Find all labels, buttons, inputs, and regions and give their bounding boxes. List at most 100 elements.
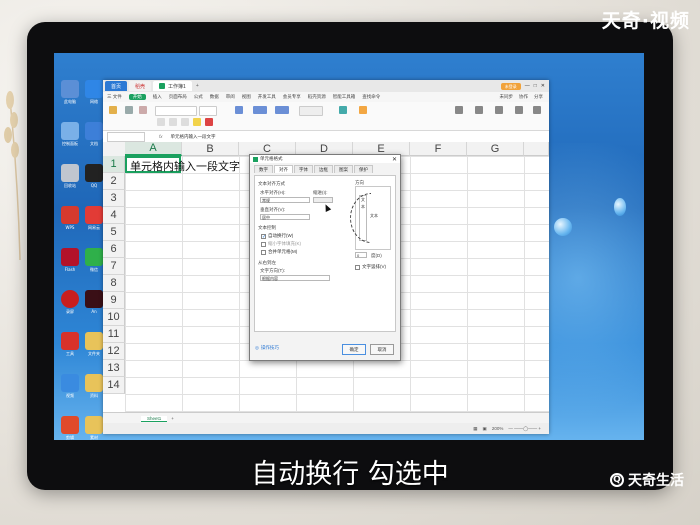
row-header[interactable]: 2	[103, 173, 125, 190]
row-header[interactable]: 3	[103, 190, 125, 207]
collaborate-button[interactable]: 协作	[519, 94, 528, 100]
row-header[interactable]: 14	[103, 377, 125, 394]
tab-number[interactable]: 数字	[254, 165, 273, 173]
desktop-icon[interactable]: WPS	[58, 206, 82, 230]
indent-stepper[interactable]	[313, 197, 333, 203]
desktop-icon[interactable]: 控制面板	[58, 122, 82, 146]
column-header[interactable]: F	[410, 142, 467, 156]
font-name-dropdown[interactable]	[155, 106, 197, 116]
view-page-icon[interactable]: ▣	[483, 426, 487, 432]
desktop-icon[interactable]: 录屏	[58, 290, 82, 314]
cut-icon[interactable]	[125, 106, 133, 114]
column-header[interactable]: A	[125, 142, 182, 156]
cancel-button[interactable]: 取消	[370, 344, 394, 355]
row-header[interactable]: 8	[103, 275, 125, 292]
select-all-corner[interactable]	[103, 142, 126, 157]
column-header[interactable]: B	[182, 142, 239, 156]
menu-home[interactable]: 开始	[128, 94, 146, 100]
row-header[interactable]: 5	[103, 224, 125, 241]
sheet-tab[interactable]: Sheet1	[141, 415, 168, 422]
menu-docer-resources[interactable]: 稻壳资源	[308, 94, 326, 100]
zoom-level[interactable]: 200%	[492, 426, 504, 431]
row-header[interactable]: 7	[103, 258, 125, 275]
merge-center-icon[interactable]	[253, 106, 267, 114]
conditional-format-icon[interactable]	[339, 106, 347, 114]
desktop-icon[interactable]: 工具	[58, 332, 82, 356]
desktop-icon[interactable]: 剪辑	[58, 416, 82, 440]
tab-alignment[interactable]: 对齐	[274, 165, 293, 173]
share-button[interactable]: 分享	[534, 94, 543, 100]
column-header[interactable]: G	[467, 142, 524, 156]
shrink-to-fit-checkbox[interactable]: 缩小字体填充(K)	[261, 241, 301, 247]
merge-cells-checkbox[interactable]: 合并单元格(M)	[261, 249, 297, 255]
merge-cells-box[interactable]	[261, 249, 266, 255]
row-header[interactable]: 1	[103, 156, 125, 173]
row-header[interactable]: 13	[103, 360, 125, 377]
font-size-dropdown[interactable]	[199, 106, 217, 116]
filter-icon[interactable]	[475, 106, 483, 114]
menu-view[interactable]: 视图	[242, 94, 251, 100]
tab-protection[interactable]: 保护	[354, 165, 373, 173]
menu-review[interactable]: 审阅	[226, 94, 235, 100]
tab-home[interactable]: 首页	[105, 81, 128, 91]
menu-file[interactable]: 三 文件	[107, 94, 122, 100]
font-color-icon[interactable]	[205, 118, 213, 126]
vertical-text-box-check[interactable]	[355, 264, 360, 270]
row-header[interactable]: 12	[103, 343, 125, 360]
maximize-icon[interactable]: □	[534, 83, 537, 89]
desktop-icon[interactable]: 此电脑	[58, 80, 82, 104]
table-style-icon[interactable]	[359, 106, 367, 114]
ok-button[interactable]: 确定	[342, 344, 366, 355]
menu-data[interactable]: 数据	[210, 94, 219, 100]
sum-icon[interactable]	[455, 106, 463, 114]
fill-icon[interactable]	[515, 106, 523, 114]
sort-icon[interactable]	[495, 106, 503, 114]
zoom-slider[interactable]: — ——◯—— +	[508, 426, 541, 432]
row-header[interactable]: 11	[103, 326, 125, 343]
italic-icon[interactable]	[169, 118, 177, 126]
align-icon[interactable]	[235, 106, 243, 114]
menu-formulas[interactable]: 公式	[194, 94, 203, 100]
desktop-icon[interactable]: 回收站	[58, 164, 82, 188]
menu-insert[interactable]: 插入	[153, 94, 162, 100]
menu-toolbox[interactable]: 智能工具箱	[333, 94, 356, 100]
new-tab-button[interactable]: +	[196, 83, 199, 89]
degree-input[interactable]: 0	[355, 252, 367, 258]
tips-link[interactable]: ◎ 操作技巧	[255, 345, 279, 351]
format-painter-icon[interactable]	[139, 106, 147, 114]
tab-pattern[interactable]: 图案	[334, 165, 353, 173]
fill-color-icon[interactable]	[193, 118, 201, 126]
tab-docer[interactable]: 稻壳	[129, 81, 152, 91]
close-icon[interactable]: ✕	[541, 83, 545, 89]
text-direction-select[interactable]: 根据内容	[260, 275, 330, 281]
login-button[interactable]: 未登录	[500, 82, 521, 90]
tab-border[interactable]: 边框	[314, 165, 333, 173]
add-sheet-button[interactable]: +	[171, 416, 174, 421]
menu-page-layout[interactable]: 页面布局	[169, 94, 187, 100]
underline-icon[interactable]	[181, 118, 189, 126]
row-header[interactable]: 9	[103, 292, 125, 309]
name-box[interactable]	[107, 131, 145, 142]
shrink-to-fit-box[interactable]	[261, 241, 266, 247]
worksheet-icon[interactable]	[533, 106, 541, 114]
bold-icon[interactable]	[157, 118, 165, 126]
tab-font[interactable]: 字体	[294, 165, 313, 173]
wrap-text-icon[interactable]	[275, 106, 289, 114]
command-search[interactable]: 查找命令	[362, 94, 380, 100]
orientation-control[interactable]: 文本 文本	[350, 186, 391, 250]
dialog-close-icon[interactable]: ✕	[392, 156, 397, 163]
wrap-text-checkbox[interactable]: ✓ 自动换行(W)	[261, 233, 293, 239]
row-header[interactable]: 6	[103, 241, 125, 258]
sync-status[interactable]: 未同步	[500, 94, 514, 100]
wrap-text-check-icon[interactable]: ✓	[261, 233, 266, 239]
vertical-text-checkbox[interactable]: 文字竖排(V)	[355, 264, 386, 270]
horizontal-align-select[interactable]: 常规	[260, 197, 310, 203]
desktop-icon[interactable]: Flash	[58, 248, 82, 272]
vertical-align-select[interactable]: 居中	[260, 214, 310, 220]
menu-developer[interactable]: 开发工具	[258, 94, 276, 100]
desktop-icon[interactable]: 视频	[58, 374, 82, 398]
minimize-icon[interactable]: —	[525, 83, 530, 89]
menu-member[interactable]: 会员专享	[283, 94, 301, 100]
view-normal-icon[interactable]: ▦	[473, 426, 477, 432]
fx-icon[interactable]: fx	[159, 134, 163, 139]
